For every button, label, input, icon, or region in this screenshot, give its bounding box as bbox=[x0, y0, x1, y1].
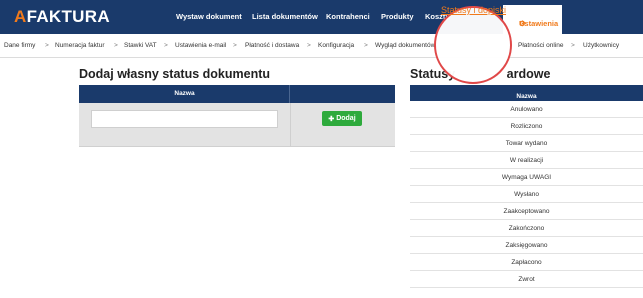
status-row: Anulowano bbox=[410, 101, 643, 118]
nav-ustawienia-active[interactable]: ⚙ Ustawienia bbox=[503, 5, 562, 34]
add-status-row: ✚ Dodaj bbox=[79, 103, 395, 147]
breadcrumb-separator: > bbox=[164, 42, 168, 49]
breadcrumb-separator: > bbox=[114, 42, 118, 49]
app-logo[interactable]: AFAKTURA bbox=[14, 7, 110, 27]
add-status-table: Nazwa ✚ Dodaj bbox=[79, 85, 395, 147]
nav-wystaw-dokument[interactable]: Wystaw dokument bbox=[176, 12, 242, 21]
subnav-stawki-vat[interactable]: Stawki VAT bbox=[124, 42, 157, 49]
breadcrumb-separator: > bbox=[364, 42, 368, 49]
subnav-platnosci-online[interactable]: Płatności online bbox=[518, 42, 564, 49]
column-header-nazwa: Nazwa bbox=[174, 90, 195, 97]
status-row: Wymaga UWAGI bbox=[410, 169, 643, 186]
breadcrumb-separator: > bbox=[571, 42, 575, 49]
add-button-label: Dodaj bbox=[336, 115, 356, 122]
subnav-dane-firmy[interactable]: Dane firmy bbox=[4, 42, 35, 49]
status-row: Zakończono bbox=[410, 220, 643, 237]
nav-kontrahenci[interactable]: Kontrahenci bbox=[326, 12, 370, 21]
nav-lista-dokumentow[interactable]: Lista dokumentów bbox=[252, 12, 318, 21]
title-tail-part: ardowe bbox=[506, 67, 551, 81]
subnav-platnosc-i-dostawa[interactable]: Płatność i dostawa bbox=[245, 42, 299, 49]
breadcrumb-separator: > bbox=[307, 42, 311, 49]
status-row: W realizacji bbox=[410, 152, 643, 169]
breadcrumb-separator: > bbox=[233, 42, 237, 49]
standard-statuses-table: Nazwa Anulowano Rozliczono Towar wydano … bbox=[410, 85, 643, 288]
standard-statuses-header: Nazwa bbox=[410, 85, 643, 101]
add-status-table-header: Nazwa bbox=[79, 85, 395, 103]
status-row: Zwrot bbox=[410, 271, 643, 288]
highlight-callout-circle bbox=[434, 6, 512, 84]
logo-accent: A bbox=[14, 7, 27, 26]
subnav-statusy-i-dopiski[interactable]: Statusy i dopiski bbox=[441, 5, 506, 15]
column-divider bbox=[290, 103, 291, 147]
subnav-konfiguracja[interactable]: Konfiguracja bbox=[318, 42, 354, 49]
top-navigation-bar: AFAKTURA Wystaw dokument Lista dokumentó… bbox=[0, 0, 643, 34]
nav-ustawienia-label: Ustawienia bbox=[519, 19, 559, 28]
status-row: Zaksięgowano bbox=[410, 237, 643, 254]
subnav-ustawienia-email[interactable]: Ustawienia e-mail bbox=[175, 42, 226, 49]
subnav-numeracja-faktur[interactable]: Numeracja faktur bbox=[55, 42, 105, 49]
status-name-input[interactable] bbox=[91, 110, 278, 128]
add-status-button[interactable]: ✚ Dodaj bbox=[322, 111, 362, 126]
status-row: Rozliczono bbox=[410, 118, 643, 135]
breadcrumb-separator: > bbox=[45, 42, 49, 49]
column-header-nazwa: Nazwa bbox=[516, 93, 537, 100]
status-row: Towar wydano bbox=[410, 135, 643, 152]
subnav-wyglad-dokumentow[interactable]: Wygląd dokumentów bbox=[375, 42, 435, 49]
logo-text: FAKTURA bbox=[26, 7, 110, 26]
add-status-title: Dodaj własny status dokumentu bbox=[79, 67, 271, 81]
subnav-uzytkownicy[interactable]: Użytkownicy bbox=[583, 42, 619, 49]
status-row: Zapłacono bbox=[410, 254, 643, 271]
nav-produkty[interactable]: Produkty bbox=[381, 12, 414, 21]
settings-subnav: Dane firmy > Numeracja faktur > Stawki V… bbox=[0, 34, 643, 58]
status-row: Wysłano bbox=[410, 186, 643, 203]
plus-icon: ✚ bbox=[328, 115, 335, 123]
status-row: Zaakceptowano bbox=[410, 203, 643, 220]
